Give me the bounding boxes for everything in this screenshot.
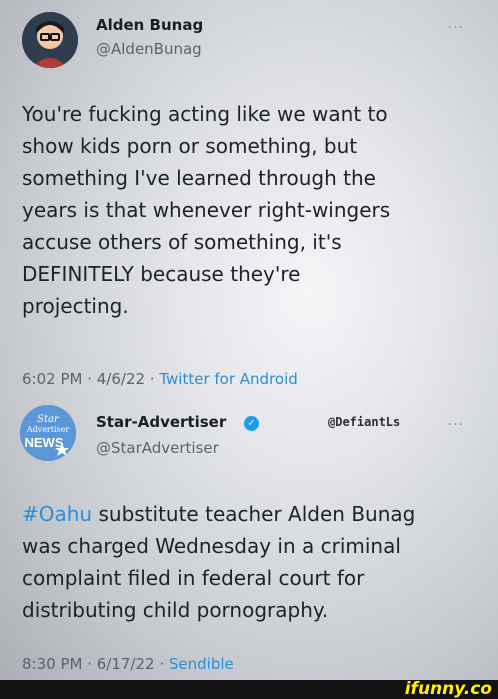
more-horizontal-icon[interactable]: ··· — [448, 417, 464, 433]
author-handle[interactable]: @AldenBunag — [96, 40, 202, 58]
author-handle[interactable]: @StarAdvertiser — [96, 439, 219, 457]
more-horizontal-icon[interactable]: ··· — [448, 20, 464, 36]
ifunny-watermark: ifunny.co — [404, 679, 492, 699]
tweet-timestamp: 6:02 PM · 4/6/22 · — [22, 370, 160, 388]
tweet-meta: 8:30 PM · 6/17/22 · Sendible — [22, 655, 234, 673]
overlay-tag: @DefiantLs — [328, 415, 401, 429]
tweet-alden-bunag: Alden Bunag @AldenBunag ··· You're fucki… — [0, 0, 498, 395]
tweet-timestamp: 8:30 PM · 6/17/22 · — [22, 655, 169, 673]
avatar-illustration — [22, 12, 78, 68]
tweet-source-link[interactable]: Sendible — [169, 655, 234, 673]
tweet-source-link[interactable]: Twitter for Android — [159, 370, 297, 388]
star-advertiser-logo: Star Advertiser NEWS — [20, 405, 76, 461]
verified-badge-icon: ✓ — [244, 416, 259, 431]
svg-text:Star: Star — [37, 414, 60, 425]
svg-text:Advertiser: Advertiser — [26, 425, 70, 434]
avatar[interactable] — [22, 12, 78, 68]
tweet-star-advertiser: Star Advertiser NEWS Star-Advertiser ✓ @… — [0, 395, 498, 680]
hashtag-link[interactable]: #Oahu — [22, 502, 92, 526]
tweet-text: #Oahu substitute teacher Alden Bunag was… — [22, 498, 415, 626]
tweet-meta: 6:02 PM · 4/6/22 · Twitter for Android — [22, 370, 298, 388]
author-name[interactable]: Alden Bunag — [96, 16, 203, 34]
tweet-text: You're fucking acting like we want to sh… — [22, 102, 391, 318]
author-name[interactable]: Star-Advertiser — [96, 413, 226, 431]
avatar[interactable]: Star Advertiser NEWS — [20, 405, 76, 461]
svg-text:NEWS: NEWS — [25, 435, 64, 450]
